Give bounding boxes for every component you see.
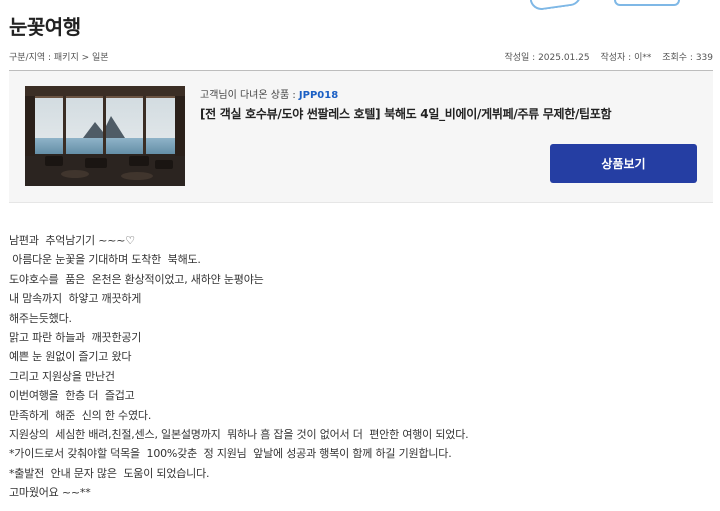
view-product-button[interactable]: 상품보기: [550, 144, 697, 183]
breadcrumb: 구분/지역 : 패키지 > 일본: [9, 53, 109, 63]
product-name[interactable]: [전 객실 호수뷰/도야 썬팔레스 호텔] 북해도 4일_비에이/게뷔페/주류 …: [200, 105, 612, 122]
review-line: 내 맘속까지 하얗고 깨끗하게: [9, 292, 142, 306]
review-line: 그리고 지원상을 만난건: [9, 369, 115, 383]
post-date: 작성일 : 2025.01.25: [504, 53, 590, 63]
review-line: 예쁜 눈 원없이 즐기고 왔다: [9, 350, 132, 364]
review-line: 지원상의 세심한 배려,친절,센스, 일본설명까지 뭐하나 흠 잡을 것이 없어…: [9, 428, 469, 442]
review-line: 도야호수를 품은 온천은 환상적이었고, 새하얀 눈평야는: [9, 272, 264, 286]
post-info: 작성일 : 2025.01.25 작성자 : 이** 조회수 : 339: [496, 50, 713, 63]
product-visited-label: 고객님이 다녀온 상품 : JPP018: [200, 86, 338, 101]
post-views: 조회수 : 339: [662, 53, 713, 63]
review-line: *가이드로서 갖춰야할 덕목을 100%갖춘 정 지원님 앞날에 성공과 행복이…: [9, 447, 452, 461]
review-line: 남편과 추억남기기 ~~~♡: [9, 234, 135, 247]
product-image[interactable]: [25, 86, 185, 186]
product-code: JPP018: [298, 90, 339, 101]
page-title: 눈꽃여행: [9, 15, 81, 39]
post-author: 작성자 : 이**: [600, 53, 652, 63]
lake-view-photo-icon: [25, 86, 185, 186]
review-line: *출발전 안내 문자 많은 도움이 되었습니다.: [9, 466, 210, 480]
review-line: 이번여행을 한층 더 즐겁고: [9, 389, 135, 403]
product-label-prefix: 고객님이 다녀온 상품 :: [200, 90, 296, 101]
post-meta: 구분/지역 : 패키지 > 일본 작성일 : 2025.01.25 작성자 : …: [9, 48, 713, 64]
header-decoration-left: [529, 0, 583, 12]
review-line: 해주는듯했다.: [9, 311, 72, 325]
header-decoration-right: [614, 0, 680, 6]
review-line: 아름다운 눈꽃을 기대하며 도착한 북해도.: [9, 253, 201, 267]
review-body: 남편과 추억남기기 ~~~♡ 아름다운 눈꽃을 기대하며 도착한 북해도. 도야호…: [9, 231, 469, 503]
review-line: 고마웠어요 ~~**: [9, 486, 91, 500]
product-card: 고객님이 다녀온 상품 : JPP018 [전 객실 호수뷰/도야 썬팔레스 호…: [9, 71, 713, 203]
review-line: 만족하게 해준 신의 한 수였다.: [9, 408, 152, 422]
review-line: 맑고 파란 하늘과 깨끗한공기: [9, 331, 142, 345]
